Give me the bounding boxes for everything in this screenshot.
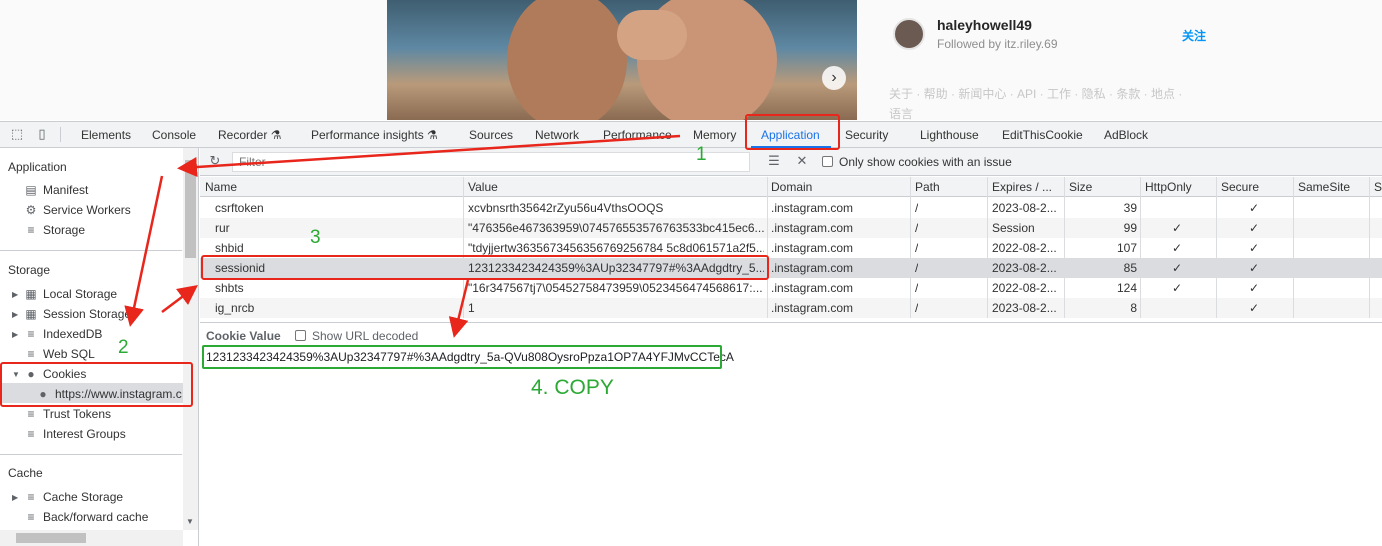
arrow-to-sessionid	[161, 285, 198, 313]
screenshot-root: { "instagram": { "username": "haleyhowel…	[0, 0, 1382, 546]
annotation-arrows	[124, 134, 681, 338]
arrow-to-cookie-value	[448, 279, 470, 338]
arrow-to-application	[177, 134, 681, 178]
arrow-to-cookies	[124, 175, 164, 327]
